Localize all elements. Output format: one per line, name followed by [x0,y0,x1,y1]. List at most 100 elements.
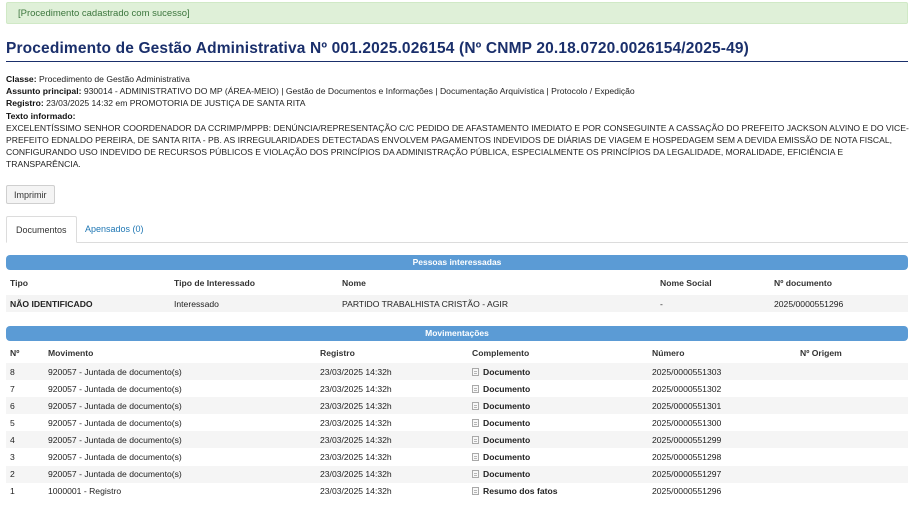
title-divider [6,61,908,62]
table-row: 7 920057 - Juntada de documento(s) 23/03… [6,380,908,397]
cell-tipo-interessado: Interessado [170,295,338,312]
cell-complemento: Documento [468,448,648,465]
cell-n-origem [796,465,908,483]
col-n-documento: Nº documento [774,278,833,288]
document-icon [472,418,479,427]
cell-movimento: 920057 - Juntada de documento(s) [44,363,316,381]
classe-label: Classe: [6,74,37,84]
assunto-line: Assunto principal: 930014 - ADMINISTRATI… [6,85,911,97]
document-icon [472,367,479,376]
cell-registro: 23/03/2025 14:32h [320,486,392,497]
cell-numero: 2025/0000551303 [648,363,796,381]
cell-n: 1 [10,486,15,497]
cell-complemento: Documento [468,380,648,397]
document-icon [472,435,479,444]
classe-line: Classe: Procedimento de Gestão Administr… [6,73,911,85]
movimentacoes-table: Nº Movimento Registro Complemento Número… [6,343,908,500]
complemento-link[interactable]: Documento [483,401,530,411]
texto-label: Texto informado: [6,110,911,122]
cell-complemento: Documento [468,397,648,415]
cell-numero: 2025/0000551302 [652,383,722,394]
col-numero: Número [652,348,685,358]
complemento-link[interactable]: Documento [483,452,530,462]
table-row: 4 920057 - Juntada de documento(s) 23/03… [6,431,908,449]
col-complemento: Complemento [472,348,530,358]
cell-numero: 2025/0000551296 [652,486,722,497]
cell-registro: 23/03/2025 14:32h [316,397,468,415]
pessoas-section-header: Pessoas interessadas [6,255,908,270]
col-nome-social: Nome Social [660,278,712,288]
complemento-link[interactable]: Documento [483,435,530,445]
print-button[interactable]: Imprimir [6,185,55,204]
cell-registro: 23/03/2025 14:32h [320,452,392,463]
registro-value: 23/03/2025 14:32 em PROMOTORIA DE JUSTIÇ… [46,98,306,109]
cell-registro: 23/03/2025 14:32h [316,431,468,449]
cell-n: 5 [10,417,15,428]
table-row: 8 920057 - Juntada de documento(s) 23/03… [6,363,908,381]
cell-n-origem [796,483,908,500]
document-icon [472,384,479,393]
cell-numero: 2025/0000551297 [648,465,796,483]
cell-movimento: 920057 - Juntada de documento(s) [44,465,316,483]
cell-complemento: Documento [468,431,648,449]
cell-complemento: Documento [468,363,648,381]
pessoas-header-row: Tipo Tipo de Interessado Nome Nome Socia… [6,271,908,295]
cell-movimento: 920057 - Juntada de documento(s) [44,397,316,415]
complemento-link[interactable]: Resumo dos fatos [483,486,558,496]
cell-n-documento: 2025/0000551296 [770,295,908,312]
cell-registro: 23/03/2025 14:32h [316,465,468,483]
cell-complemento: Documento [468,414,648,431]
classe-value: Procedimento de Gestão Administrativa [38,74,190,84]
document-icon [472,470,479,479]
cell-n-origem [796,448,908,465]
table-row: 3 920057 - Juntada de documento(s) 23/03… [6,448,908,465]
pessoas-table: Tipo Tipo de Interessado Nome Nome Socia… [6,271,908,312]
table-row: 2 920057 - Juntada de documento(s) 23/03… [6,465,908,483]
complemento-link[interactable]: Documento [483,367,530,377]
cell-n: 3 [10,452,15,463]
col-n: Nº [10,348,20,358]
cell-n-origem [796,363,908,381]
cell-registro: 23/03/2025 14:32h [316,363,468,381]
cell-n: 2 [6,465,44,483]
cell-movimento: 920057 - Juntada de documento(s) [48,452,182,463]
tab-apensados[interactable]: Apensados (0) [76,216,153,242]
cell-nome: PARTIDO TRABALHISTA CRISTÃO - AGIR [338,295,656,312]
col-n-origem: Nº Origem [800,348,842,358]
cell-movimento: 920057 - Juntada de documento(s) [48,383,182,394]
cell-numero: 2025/0000551299 [648,431,796,449]
cell-complemento: Resumo dos fatos [468,483,648,500]
cell-numero: 2025/0000551301 [648,397,796,415]
tab-documentos[interactable]: Documentos [6,216,77,243]
complemento-link[interactable]: Documento [483,384,530,394]
cell-n: 6 [6,397,44,415]
complemento-link[interactable]: Documento [483,418,530,428]
movimentacoes-header-row: Nº Movimento Registro Complemento Número… [6,343,908,363]
document-icon [472,453,479,462]
page-title: Procedimento de Gestão Administrativa Nº… [6,40,749,57]
document-icon [472,401,479,410]
cell-tipo: NÃO IDENTIFICADO [6,295,170,312]
col-tipo-interessado: Tipo de Interessado [174,278,256,288]
col-movimento: Movimento [48,348,94,358]
cell-nome-social: - [656,295,770,312]
col-registro: Registro [320,348,355,358]
cell-n-origem [796,414,908,431]
tab-bar: Documentos Apensados (0) [6,216,908,243]
col-nome: Nome [342,278,366,288]
cell-n-origem [796,380,908,397]
table-row: 1 1000001 - Registro 23/03/2025 14:32h R… [6,483,908,500]
procedure-info: Classe: Procedimento de Gestão Administr… [6,73,911,171]
cell-n-origem [796,397,908,415]
cell-n-origem [796,431,908,449]
cell-n: 7 [10,383,15,394]
cell-registro: 23/03/2025 14:32h [320,417,392,428]
cell-movimento: 920057 - Juntada de documento(s) [44,431,316,449]
cell-registro: 23/03/2025 14:32h [320,383,392,394]
texto-value: EXCELENTÍSSIMO SENHOR COORDENADOR DA CCR… [6,122,909,170]
cell-movimento: 1000001 - Registro [48,486,122,497]
cell-complemento: Documento [468,465,648,483]
cell-numero: 2025/0000551300 [652,417,722,428]
complemento-link[interactable]: Documento [483,469,530,479]
assunto-value: 930014 - ADMINISTRATIVO DO MP (ÁREA-MEIO… [83,86,635,97]
